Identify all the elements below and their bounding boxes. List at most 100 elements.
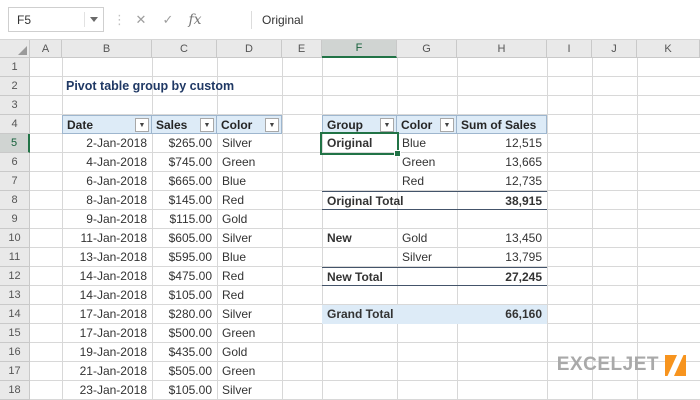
row-header-2[interactable]: 2	[0, 77, 30, 96]
row-header-17[interactable]: 17	[0, 362, 30, 381]
row-header-16[interactable]: 16	[0, 343, 30, 362]
column-header-h[interactable]: H	[457, 40, 547, 58]
cell-date[interactable]: 2-Jan-2018	[62, 134, 152, 153]
pivot-cell-group[interactable]	[322, 286, 397, 305]
cell-color[interactable]: Red	[217, 267, 282, 286]
name-box[interactable]: F5	[8, 7, 104, 32]
source-header-color[interactable]: Color ▼	[217, 115, 282, 134]
pivot-cell-color[interactable]: Green	[397, 153, 457, 172]
row-header-10[interactable]: 10	[0, 229, 30, 248]
cancel-icon[interactable]: ✕	[129, 8, 153, 32]
pivot-cell-group[interactable]	[322, 210, 397, 229]
cell-color[interactable]: Silver	[217, 134, 282, 153]
filter-dropdown-icon[interactable]: ▼	[200, 118, 214, 132]
pivot-header-group[interactable]: Group ▼	[322, 115, 397, 134]
pivot-cell-value[interactable]: 12,735	[457, 172, 547, 191]
page-title[interactable]: Pivot table group by custom	[66, 77, 234, 96]
cell-sales[interactable]: $145.00	[152, 191, 217, 210]
row-header-13[interactable]: 13	[0, 286, 30, 305]
pivot-cell-group[interactable]: Original	[322, 134, 397, 153]
cell-sales[interactable]: $745.00	[152, 153, 217, 172]
cell-date[interactable]: 21-Jan-2018	[62, 362, 152, 381]
pivot-cell-value[interactable]: 13,665	[457, 153, 547, 172]
cell-sales[interactable]: $105.00	[152, 286, 217, 305]
cell-color[interactable]: Silver	[217, 229, 282, 248]
row-header-7[interactable]: 7	[0, 172, 30, 191]
row-header-3[interactable]: 3	[0, 96, 30, 115]
pivot-cell-color[interactable]	[397, 305, 457, 324]
filter-dropdown-icon[interactable]: ▼	[265, 118, 279, 132]
pivot-cell-value[interactable]	[457, 210, 547, 229]
pivot-cell-value[interactable]	[457, 286, 547, 305]
pivot-cell-value[interactable]: 38,915	[457, 191, 547, 210]
cell-sales[interactable]: $435.00	[152, 343, 217, 362]
cell-color[interactable]: Red	[217, 191, 282, 210]
pivot-cell-group[interactable]	[322, 172, 397, 191]
cell-date[interactable]: 8-Jan-2018	[62, 191, 152, 210]
cell-sales[interactable]: $500.00	[152, 324, 217, 343]
pivot-cell-color[interactable]: Gold	[397, 229, 457, 248]
pivot-cell-color[interactable]	[397, 267, 457, 286]
cell-color[interactable]: Red	[217, 286, 282, 305]
column-header-d[interactable]: D	[217, 40, 282, 58]
column-header-g[interactable]: G	[397, 40, 457, 58]
cell-color[interactable]: Gold	[217, 210, 282, 229]
pivot-cell-value[interactable]: 13,795	[457, 248, 547, 267]
cell-color[interactable]: Blue	[217, 172, 282, 191]
pivot-cell-color[interactable]: Red	[397, 172, 457, 191]
cell-sales[interactable]: $475.00	[152, 267, 217, 286]
cell-sales[interactable]: $265.00	[152, 134, 217, 153]
pivot-cell-group[interactable]: New	[322, 229, 397, 248]
column-header-i[interactable]: I	[547, 40, 592, 58]
pivot-cell-color[interactable]	[397, 191, 457, 210]
cell-date[interactable]: 23-Jan-2018	[62, 381, 152, 400]
cell-date[interactable]: 6-Jan-2018	[62, 172, 152, 191]
cell-grid[interactable]: Pivot table group by custom Date ▼ Sales…	[30, 58, 700, 400]
formula-input[interactable]: Original	[262, 13, 303, 27]
cell-date[interactable]: 4-Jan-2018	[62, 153, 152, 172]
row-header-1[interactable]: 1	[0, 58, 30, 77]
pivot-header-color[interactable]: Color ▼	[397, 115, 457, 134]
column-header-f[interactable]: F	[322, 40, 397, 58]
row-header-5[interactable]: 5	[0, 134, 30, 153]
name-box-dropdown-icon[interactable]	[85, 8, 103, 31]
source-header-date[interactable]: Date ▼	[62, 115, 152, 134]
cell-sales[interactable]: $505.00	[152, 362, 217, 381]
cell-sales[interactable]: $280.00	[152, 305, 217, 324]
filter-dropdown-icon[interactable]: ▼	[135, 118, 149, 132]
row-header-8[interactable]: 8	[0, 191, 30, 210]
column-header-j[interactable]: J	[592, 40, 637, 58]
pivot-cell-color[interactable]: Blue	[397, 134, 457, 153]
column-header-k[interactable]: K	[637, 40, 700, 58]
pivot-header-sum-of-sales[interactable]: Sum of Sales	[457, 115, 547, 134]
pivot-cell-color[interactable]	[397, 286, 457, 305]
cell-color[interactable]: Green	[217, 324, 282, 343]
cell-date[interactable]: 17-Jan-2018	[62, 305, 152, 324]
row-header-15[interactable]: 15	[0, 324, 30, 343]
row-header-14[interactable]: 14	[0, 305, 30, 324]
cell-color[interactable]: Green	[217, 153, 282, 172]
source-header-sales[interactable]: Sales ▼	[152, 115, 217, 134]
enter-icon[interactable]: ✓	[156, 8, 180, 32]
pivot-cell-group[interactable]: New Total	[322, 267, 397, 286]
select-all-corner[interactable]	[0, 40, 30, 58]
cell-date[interactable]: 11-Jan-2018	[62, 229, 152, 248]
row-header-9[interactable]: 9	[0, 210, 30, 229]
cell-sales[interactable]: $115.00	[152, 210, 217, 229]
pivot-cell-group[interactable]	[322, 248, 397, 267]
insert-function-icon[interactable]: fx	[183, 8, 207, 32]
cell-date[interactable]: 14-Jan-2018	[62, 286, 152, 305]
cell-color[interactable]: Silver	[217, 305, 282, 324]
column-header-e[interactable]: E	[282, 40, 322, 58]
cell-date[interactable]: 14-Jan-2018	[62, 267, 152, 286]
pivot-cell-group[interactable]	[322, 153, 397, 172]
cell-color[interactable]: Green	[217, 362, 282, 381]
row-header-11[interactable]: 11	[0, 248, 30, 267]
cell-sales[interactable]: $605.00	[152, 229, 217, 248]
filter-dropdown-icon[interactable]: ▼	[440, 118, 454, 132]
cell-date[interactable]: 17-Jan-2018	[62, 324, 152, 343]
column-header-a[interactable]: A	[30, 40, 62, 58]
cell-date[interactable]: 13-Jan-2018	[62, 248, 152, 267]
pivot-cell-value[interactable]: 12,515	[457, 134, 547, 153]
pivot-cell-color[interactable]: Silver	[397, 248, 457, 267]
